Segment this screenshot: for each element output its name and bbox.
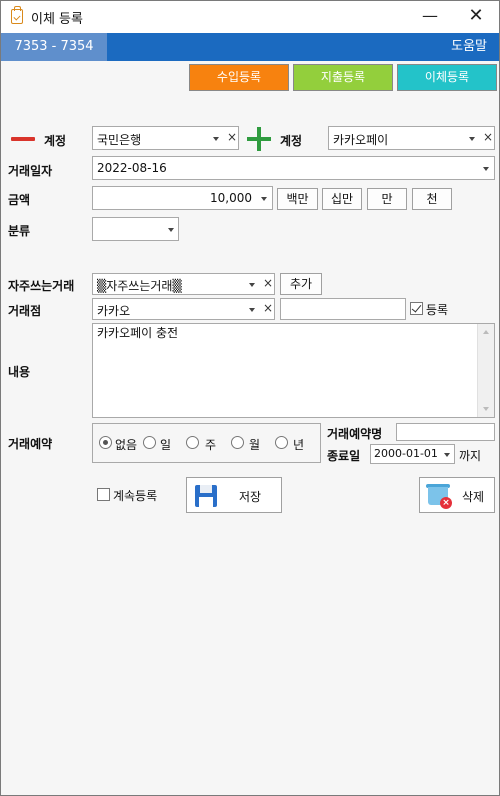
register-label: 등록 xyxy=(426,303,449,317)
record-range: 7353 - 7354 xyxy=(1,33,107,61)
scroll-up-icon[interactable] xyxy=(483,330,489,334)
amount-label: 금액 xyxy=(8,193,31,207)
store-value: 카카오 xyxy=(97,304,131,318)
category-select[interactable] xyxy=(92,217,179,241)
memo-label: 내용 xyxy=(8,365,31,379)
chevron-down-icon xyxy=(469,137,475,141)
continue-label: 계속등록 xyxy=(113,489,158,503)
date-label: 거래일자 xyxy=(8,164,53,178)
until-label: 까지 xyxy=(459,449,482,463)
plus-icon xyxy=(247,127,271,151)
radio-year[interactable] xyxy=(275,436,288,449)
floppy-disk-icon xyxy=(195,485,217,507)
clear-icon[interactable]: × xyxy=(227,130,237,144)
delete-button[interactable]: × 삭제 xyxy=(419,477,495,513)
radio-none-label: 없음 xyxy=(115,438,138,452)
minus-icon xyxy=(11,137,35,141)
register-checkbox[interactable] xyxy=(410,302,423,315)
transfer-register-button[interactable]: 이체등록 xyxy=(397,64,497,91)
radio-month[interactable] xyxy=(231,436,244,449)
radio-year-label: 년 xyxy=(293,438,305,452)
help-link[interactable]: 도움말 xyxy=(451,33,487,61)
clear-icon[interactable]: × xyxy=(263,276,273,290)
million-button[interactable]: 백만 xyxy=(277,188,318,210)
reservation-name-input[interactable] xyxy=(396,423,495,441)
clear-icon[interactable]: × xyxy=(263,301,273,315)
add-button[interactable]: 추가 xyxy=(280,273,322,295)
ten-thousand-button[interactable]: 만 xyxy=(367,188,407,210)
window-title: 이체 등록 xyxy=(31,12,83,27)
radio-week-label: 주 xyxy=(205,438,217,452)
thousand-button[interactable]: 천 xyxy=(412,188,452,210)
income-register-button[interactable]: 수입등록 xyxy=(189,64,289,91)
save-button[interactable]: 저장 xyxy=(186,477,282,513)
memo-textarea[interactable]: 카카오페이 충전 xyxy=(92,323,495,418)
chevron-down-icon xyxy=(444,453,450,457)
to-account-select[interactable]: 카카오페이 × xyxy=(328,126,495,150)
date-picker[interactable]: 2022-08-16 xyxy=(92,156,495,180)
radio-day-label: 일 xyxy=(160,438,172,452)
amount-input[interactable]: 10,000 xyxy=(92,186,273,210)
end-date-picker[interactable]: 2000-01-01 xyxy=(370,444,455,464)
header-bar: 7353 - 7354 도움말 xyxy=(1,33,499,61)
frequent-label: 자주쓰는거래 xyxy=(8,279,75,293)
category-label: 분류 xyxy=(8,224,31,238)
to-account-label: 계정 xyxy=(280,134,303,148)
end-date-value: 2000-01-01 xyxy=(374,447,438,460)
continue-checkbox[interactable] xyxy=(97,488,110,501)
minimize-icon[interactable]: — xyxy=(407,1,453,32)
radio-day[interactable] xyxy=(143,436,156,449)
date-value: 2022-08-16 xyxy=(97,161,167,175)
reservation-options: 없음 일 주 월 년 xyxy=(92,423,321,463)
hundred-thousand-button[interactable]: 십만 xyxy=(322,188,362,210)
memo-value: 카카오페이 충전 xyxy=(97,326,179,340)
store-extra-input[interactable] xyxy=(280,298,406,320)
clear-icon[interactable]: × xyxy=(483,130,493,144)
chevron-down-icon xyxy=(249,308,255,312)
chevron-down-icon xyxy=(483,167,489,171)
end-date-label: 종료일 xyxy=(327,449,361,463)
radio-none[interactable] xyxy=(99,436,112,449)
from-account-value: 국민은행 xyxy=(97,133,142,147)
chevron-down-icon xyxy=(168,228,174,232)
memo-scrollbar[interactable] xyxy=(477,324,494,417)
radio-week[interactable] xyxy=(186,436,199,449)
reservation-label: 거래예약 xyxy=(8,437,53,451)
chevron-down-icon xyxy=(249,283,255,287)
reservation-name-label: 거래예약명 xyxy=(327,427,383,441)
to-account-value: 카카오페이 xyxy=(333,133,389,147)
expense-register-button[interactable]: 지출등록 xyxy=(293,64,393,91)
store-select[interactable]: 카카오 × xyxy=(92,298,275,320)
transfer-window: 이체 등록 — ✕ 7353 - 7354 도움말 수입등록 지출등록 이체등록… xyxy=(0,0,500,796)
chevron-down-icon xyxy=(213,137,219,141)
close-icon[interactable]: ✕ xyxy=(453,1,499,32)
frequent-value: ▒자주쓰는거래▒ xyxy=(97,279,182,293)
frequent-select[interactable]: ▒자주쓰는거래▒ × xyxy=(92,273,275,295)
from-account-select[interactable]: 국민은행 × xyxy=(92,126,239,150)
delete-label: 삭제 xyxy=(462,490,485,504)
radio-month-label: 월 xyxy=(249,438,261,452)
from-account-label: 계정 xyxy=(44,134,67,148)
save-label: 저장 xyxy=(239,490,262,504)
scroll-down-icon[interactable] xyxy=(483,407,489,411)
clipboard-icon xyxy=(11,6,23,24)
store-label: 거래점 xyxy=(8,304,42,318)
chevron-down-icon xyxy=(261,197,267,201)
amount-value: 10,000 xyxy=(210,191,252,205)
trash-icon: × xyxy=(426,483,452,509)
title-bar: 이체 등록 — ✕ xyxy=(1,1,499,33)
